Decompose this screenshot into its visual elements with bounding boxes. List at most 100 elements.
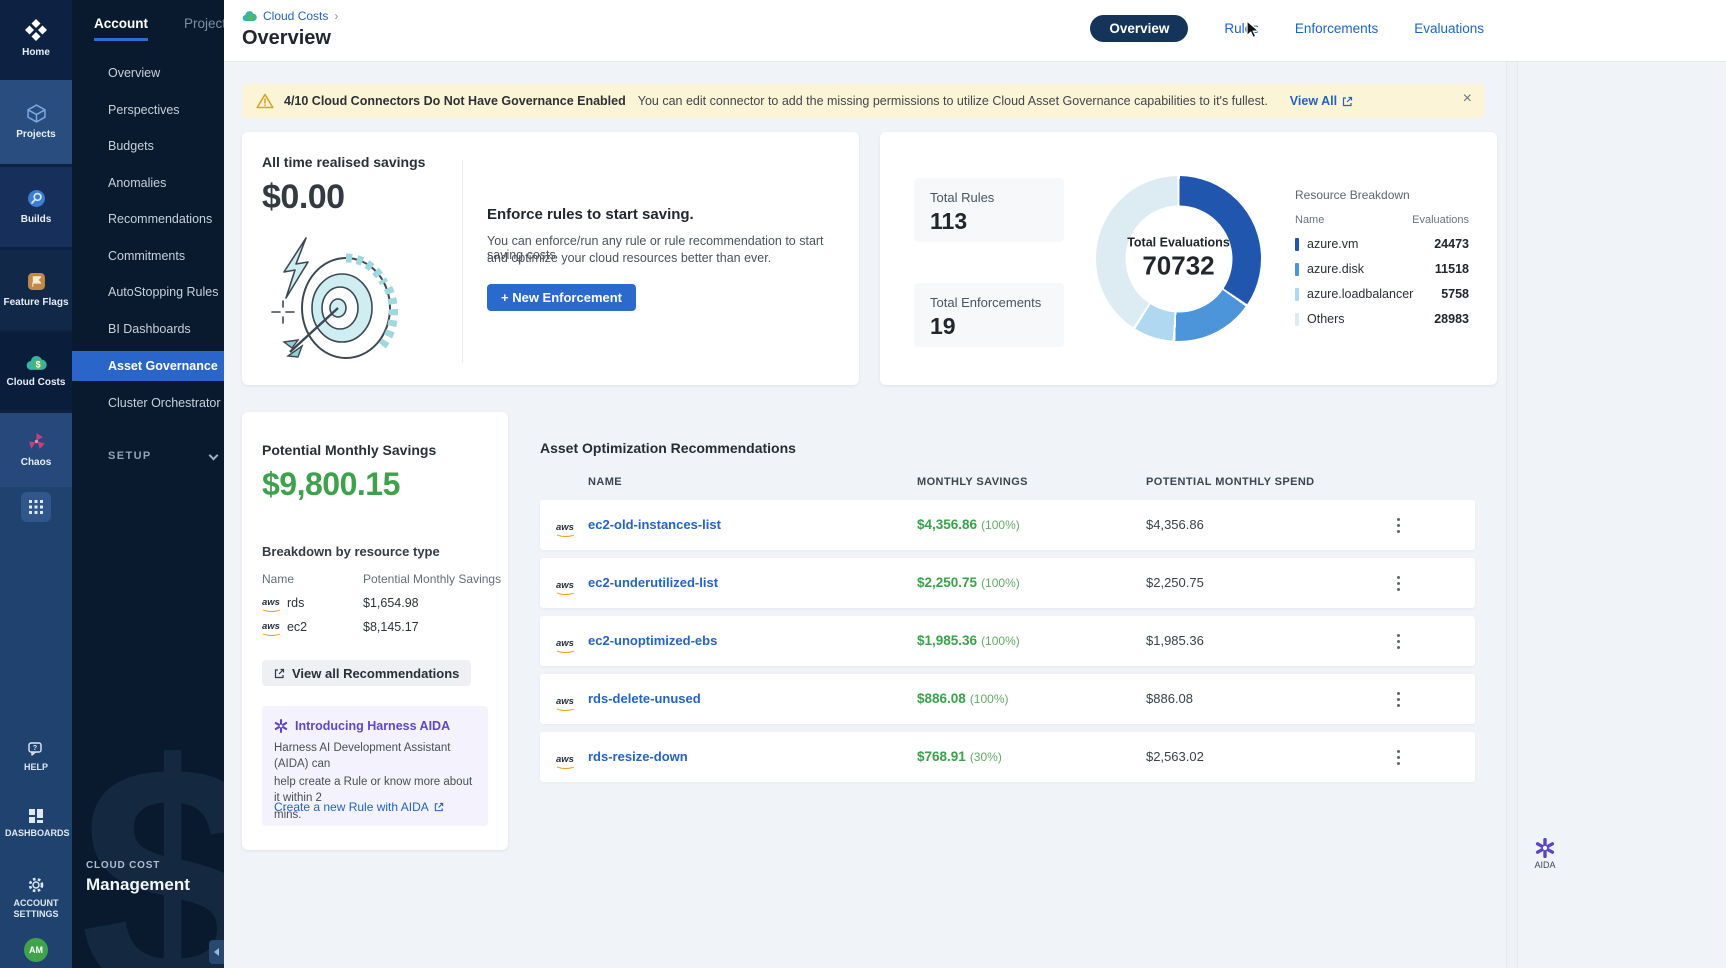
- table-row[interactable]: aws ec2-old-instances-list $4,356.86 (100…: [540, 500, 1475, 550]
- aida-promo-line1: Harness AI Development Assistant (AIDA) …: [274, 741, 476, 773]
- page-header: [224, 0, 1726, 62]
- rail-item-feature-flags[interactable]: Feature Flags: [0, 250, 72, 330]
- tab-overview[interactable]: Overview: [1090, 15, 1188, 42]
- aws-icon: aws: [556, 523, 574, 533]
- create-rule-with-aida-label: Create a new Rule with AIDA: [274, 800, 429, 814]
- row-menu-button[interactable]: [1385, 628, 1411, 654]
- module-picker-button[interactable]: [21, 492, 51, 522]
- recommendation-link[interactable]: rds-delete-unused: [588, 691, 701, 706]
- sidebar-item-cluster-orchestrator[interactable]: Cluster Orchestrator: [72, 388, 224, 418]
- card-divider: [462, 160, 463, 363]
- legend-value: 28983: [1434, 312, 1469, 326]
- breakdown-title: Breakdown by resource type: [262, 544, 440, 559]
- rail-item-account-settings[interactable]: ACCOUNT SETTINGS: [0, 876, 72, 921]
- sidebar-item-recommendations[interactable]: Recommendations: [72, 204, 224, 234]
- recommendation-link[interactable]: ec2-old-instances-list: [588, 517, 721, 532]
- evaluations-stats-card: Total Rules 113 Total Enforcements 19 To…: [880, 132, 1497, 385]
- banner-close-icon[interactable]: ×: [1463, 91, 1472, 107]
- sidebar-item-bi-dashboards[interactable]: BI Dashboards: [72, 314, 224, 344]
- legend-value: 5758: [1441, 287, 1469, 301]
- view-all-recommendations-button[interactable]: View all Recommendations: [262, 660, 471, 686]
- rail-item-projects[interactable]: Projects: [0, 80, 72, 164]
- legend-name: azure.vm: [1307, 237, 1358, 251]
- total-rules-value: 113: [930, 208, 1048, 235]
- tab-evaluations[interactable]: Evaluations: [1414, 21, 1484, 36]
- user-avatar[interactable]: AM: [24, 938, 48, 962]
- breakdown-name: ec2: [287, 620, 307, 634]
- projects-cube-icon: [27, 104, 46, 123]
- svg-text:?: ?: [33, 745, 37, 752]
- svg-text:$: $: [35, 360, 40, 370]
- rail-label-projects: Projects: [16, 129, 55, 141]
- app-window: Home Projects Builds Feature Flags $ Clo…: [0, 0, 1726, 968]
- row-menu-button[interactable]: [1385, 744, 1411, 770]
- aws-icon: aws: [556, 697, 574, 707]
- sidebar-item-anomalies[interactable]: Anomalies: [72, 168, 224, 198]
- tab-enforcements[interactable]: Enforcements: [1295, 21, 1378, 36]
- new-enforcement-button[interactable]: + New Enforcement: [487, 284, 636, 311]
- cloud-icon: [242, 10, 257, 22]
- total-rules-label: Total Rules: [930, 190, 1048, 205]
- rail-label-home: Home: [22, 47, 50, 59]
- table-row[interactable]: aws rds-delete-unused $886.08(100%) $886…: [540, 674, 1475, 724]
- total-enforcements-label: Total Enforcements: [930, 295, 1048, 310]
- savings-percent: (100%): [970, 692, 1009, 706]
- breadcrumb-separator: ›: [334, 9, 338, 23]
- breakdown-name: rds: [287, 596, 304, 610]
- rail-item-builds[interactable]: Builds: [0, 167, 72, 247]
- rail-item-cloud-costs[interactable]: $ Cloud Costs: [0, 332, 72, 410]
- rec-col-name: NAME: [588, 476, 622, 488]
- aida-sparkle-icon: [1535, 838, 1555, 858]
- legend-col-evaluations: Evaluations: [1412, 214, 1469, 226]
- chevron-down-icon[interactable]: [209, 451, 219, 461]
- tab-rules[interactable]: Rules: [1224, 21, 1259, 36]
- sidebar-item-autostopping-rules[interactable]: AutoStopping Rules: [72, 277, 224, 307]
- potential-spend-value: $4,356.86: [1146, 517, 1204, 532]
- donut-center-value: 70732: [1142, 251, 1214, 282]
- potential-savings-title: Potential Monthly Savings: [262, 442, 436, 458]
- enforce-title: Enforce rules to start saving.: [487, 206, 694, 223]
- table-row[interactable]: aws ec2-unoptimized-ebs $1,985.36(100%) …: [540, 616, 1475, 666]
- sidebar-collapse-button[interactable]: [209, 940, 224, 964]
- row-menu-button[interactable]: [1385, 686, 1411, 712]
- rail-item-help[interactable]: ? HELP: [0, 742, 72, 773]
- rail-item-dashboards[interactable]: DASHBOARDS: [0, 808, 72, 839]
- total-rules-card: Total Rules 113: [914, 178, 1064, 242]
- evaluations-donut-chart: Total Evaluations 70732: [1096, 176, 1261, 341]
- legend-swatch-azure-loadbalancer: [1295, 288, 1299, 301]
- table-row[interactable]: aws rds-resize-down $768.91(30%) $2,563.…: [540, 732, 1475, 782]
- row-menu-button[interactable]: [1385, 570, 1411, 596]
- harness-home-icon: [25, 19, 47, 41]
- sidebar-tab-project[interactable]: Project: [184, 16, 224, 41]
- governance-tabs: Overview Rules Enforcements Evaluations: [1090, 15, 1484, 42]
- realised-savings-title: All time realised savings: [262, 154, 425, 170]
- sidebar-item-commitments[interactable]: Commitments: [72, 241, 224, 271]
- row-menu-button[interactable]: [1385, 512, 1411, 538]
- table-row[interactable]: aws ec2-underutilized-list $2,250.75(100…: [540, 558, 1475, 608]
- sidebar-item-budgets[interactable]: Budgets: [72, 131, 224, 161]
- breadcrumb-cloud-costs-link[interactable]: Cloud Costs: [263, 9, 328, 23]
- sidebar-item-overview[interactable]: Overview: [72, 58, 224, 88]
- rail-item-home[interactable]: Home: [0, 8, 72, 70]
- legend-name: azure.disk: [1307, 262, 1364, 276]
- aida-floating-button[interactable]: AIDA: [1526, 838, 1564, 870]
- total-enforcements-value: 19: [930, 313, 1048, 340]
- sidebar-tab-account[interactable]: Account: [94, 16, 148, 41]
- recommendation-link[interactable]: ec2-unoptimized-ebs: [588, 633, 717, 648]
- chevron-left-icon: [214, 948, 219, 956]
- sidebar-item-asset-governance[interactable]: Asset Governance: [72, 351, 224, 381]
- sidebar-setup-section[interactable]: SETUP: [108, 450, 152, 462]
- recommendation-link[interactable]: rds-resize-down: [588, 749, 688, 764]
- recommendation-link[interactable]: ec2-underutilized-list: [588, 575, 718, 590]
- help-icon: ?: [27, 742, 45, 758]
- sidebar-item-perspectives[interactable]: Perspectives: [72, 95, 224, 125]
- banner-view-all-link[interactable]: View All: [1290, 94, 1353, 108]
- rail-item-chaos[interactable]: Chaos: [0, 413, 72, 487]
- scrollbar-track[interactable]: [1506, 62, 1518, 968]
- savings-percent: (100%): [981, 634, 1020, 648]
- monthly-savings-value: $2,250.75: [917, 575, 977, 590]
- savings-percent: (100%): [981, 518, 1020, 532]
- aws-icon: aws: [262, 622, 280, 632]
- external-link-icon: [274, 668, 285, 679]
- create-rule-with-aida-link[interactable]: Create a new Rule with AIDA: [274, 800, 444, 814]
